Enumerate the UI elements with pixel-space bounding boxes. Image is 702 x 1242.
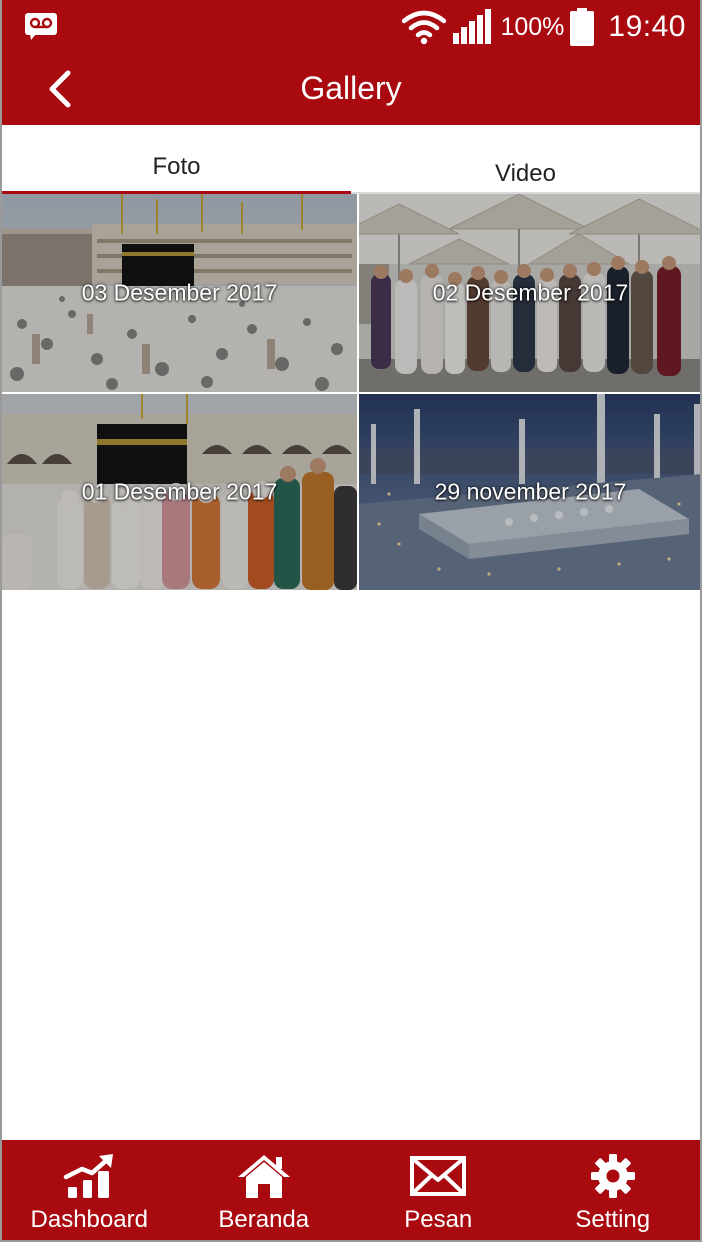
tab-label: Foto bbox=[152, 153, 201, 180]
app-bar: 100% 19:40 Gallery bbox=[2, 0, 700, 125]
album-caption: 29 november 2017 bbox=[434, 478, 627, 505]
signal-icon bbox=[452, 9, 492, 45]
tab-foto[interactable]: Foto bbox=[2, 125, 351, 194]
album-tile[interactable]: 01 Desember 2017 bbox=[2, 394, 357, 590]
nav-item-beranda[interactable]: Beranda bbox=[177, 1140, 352, 1240]
chart-growth-icon bbox=[61, 1152, 117, 1200]
nav-item-setting[interactable]: Setting bbox=[526, 1140, 701, 1240]
album-tile[interactable]: 29 november 2017 bbox=[359, 394, 700, 590]
battery-percent: 100% bbox=[500, 12, 565, 41]
album-caption: 02 Desember 2017 bbox=[432, 279, 629, 306]
nav-label: Dashboard bbox=[30, 1206, 148, 1233]
gallery-tabs: Foto Video bbox=[2, 125, 700, 194]
status-indicators: 100% 19:40 bbox=[402, 6, 686, 48]
nav-item-pesan[interactable]: Pesan bbox=[351, 1140, 526, 1240]
album-tile[interactable]: 02 Desember 2017 bbox=[359, 194, 700, 392]
app-screen: 100% 19:40 Gallery Foto Video 03 Desembe… bbox=[0, 0, 702, 1242]
status-time: 19:40 bbox=[608, 10, 686, 43]
album-grid: 03 Desember 2017 02 Desember 2017 01 Des… bbox=[2, 194, 700, 590]
wifi-icon bbox=[402, 9, 447, 45]
nav-label: Pesan bbox=[404, 1206, 473, 1233]
tab-video[interactable]: Video bbox=[351, 125, 700, 194]
tab-label: Video bbox=[495, 160, 556, 187]
gear-icon bbox=[585, 1152, 641, 1200]
nav-label: Setting bbox=[575, 1206, 651, 1233]
nav-item-dashboard[interactable]: Dashboard bbox=[2, 1140, 177, 1240]
album-caption: 03 Desember 2017 bbox=[81, 279, 278, 306]
voicemail-icon bbox=[24, 12, 58, 40]
battery-icon bbox=[570, 8, 595, 46]
album-tile[interactable]: 03 Desember 2017 bbox=[2, 194, 357, 392]
bottom-nav: Dashboard Beranda Pesan Setting bbox=[2, 1140, 700, 1240]
album-caption: 01 Desember 2017 bbox=[81, 478, 278, 505]
nav-label: Beranda bbox=[218, 1206, 310, 1233]
page-title: Gallery bbox=[300, 70, 402, 106]
home-icon bbox=[236, 1152, 292, 1200]
envelope-icon bbox=[410, 1152, 467, 1200]
